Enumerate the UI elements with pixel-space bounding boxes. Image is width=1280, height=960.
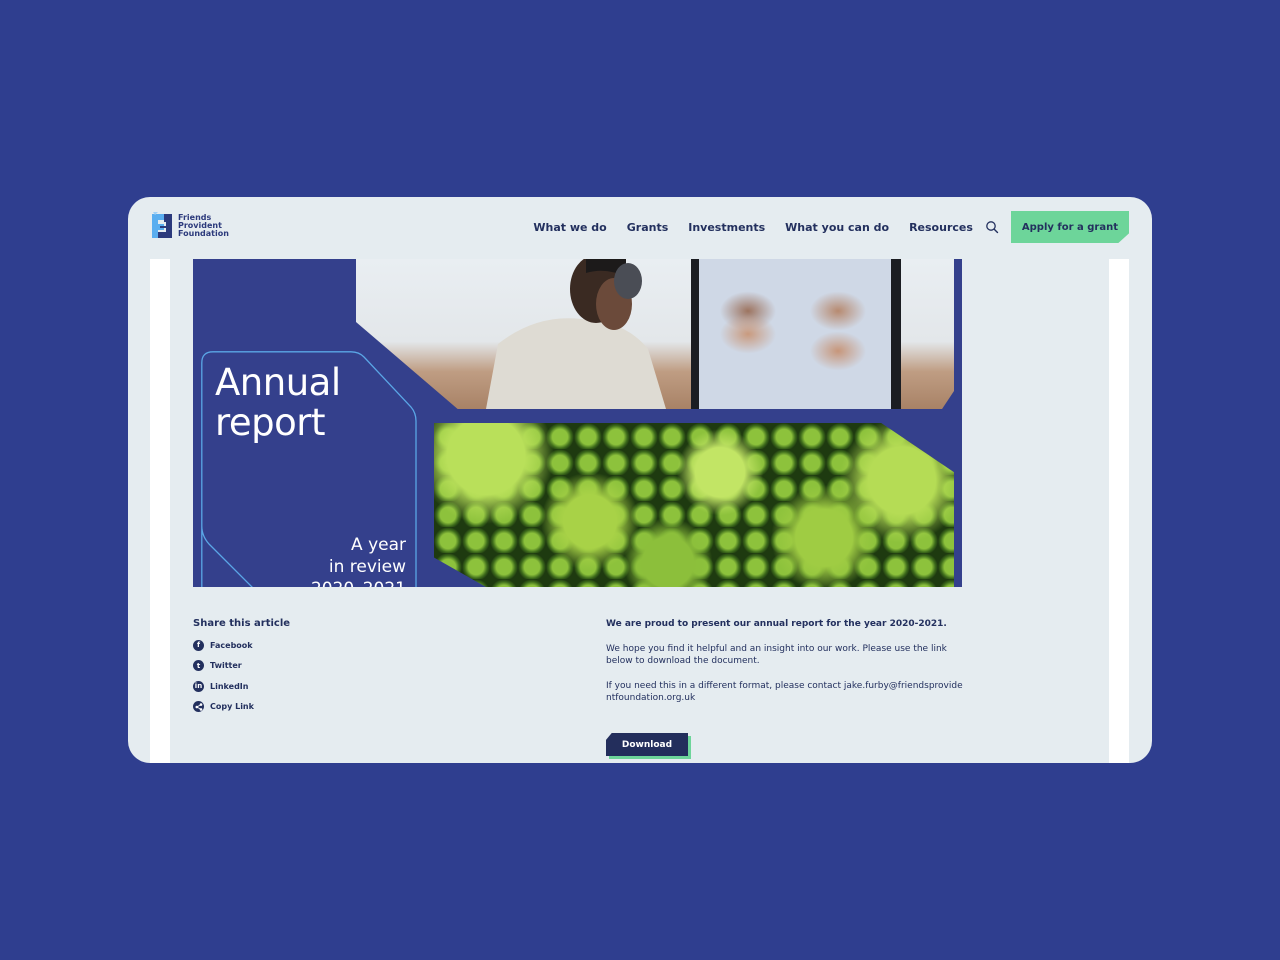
twitter-icon: t [193,660,204,671]
facebook-icon: f [193,639,204,651]
hero-title-line: report [215,401,326,444]
hero-subtitle: A year in review 2020–2021 [311,534,406,587]
logo-wordmark: Friends Provident Foundation [178,213,229,239]
share-twitter[interactable]: t Twitter [193,660,290,672]
hero-subtitle-line: in review [328,557,406,577]
article-lead: We are proud to present our annual repor… [606,619,947,629]
nav-item-investments[interactable]: Investments [688,221,765,234]
browser-window: Friends Provident Foundation What we do … [128,197,1152,763]
site-logo[interactable]: Friends Provident Foundation [150,211,229,241]
article-body: We are proud to present our annual repor… [606,618,966,717]
hero-subtitle-line: A year [351,535,406,555]
search-icon[interactable] [985,220,999,234]
apply-for-grant-button[interactable]: Apply for a grant [1010,211,1129,243]
share-copy-link[interactable]: Copy Link [193,701,290,713]
share-facebook[interactable]: f Facebook [193,639,290,651]
article-paragraph: We hope you find it helpful and an insig… [606,643,947,667]
share-panel: Share this article f Facebook t Twitter … [193,618,290,721]
linkedin-icon: in [193,680,204,692]
logo-icon [152,212,172,238]
page-gutter-right [1109,259,1129,763]
main-nav: What we do Grants Investments What you c… [533,211,1129,243]
nav-item-grants[interactable]: Grants [627,221,669,234]
page-gutter-left [150,259,170,763]
article-contact: If you need this in a different format, … [606,680,963,704]
share-icon [193,701,204,712]
download-button[interactable]: Download [606,733,688,756]
hero-subtitle-line: 2020–2021 [311,578,406,587]
share-label: Twitter [210,661,242,670]
share-label: Copy Link [210,702,254,711]
forest-canopy-photo [434,423,954,587]
share-linkedin[interactable]: in LinkedIn [193,680,290,692]
share-title: Share this article [193,618,291,629]
share-label: LinkedIn [210,681,249,691]
share-label: Facebook [210,640,253,650]
nav-item-resources[interactable]: Resources [909,221,973,234]
video-call-photo [356,259,954,409]
hero-title-line: Annual [215,361,341,404]
nav-item-what-we-do[interactable]: What we do [533,221,606,234]
site-header: Friends Provident Foundation What we do … [128,197,1152,255]
hero-title: Annual report [215,363,341,443]
hero-banner: Annual report A year in review 2020–2021 [193,259,962,587]
share-glyph [195,702,202,711]
person-silhouette [486,259,666,409]
logo-line: Foundation [178,229,229,239]
nav-item-what-you-can-do[interactable]: What you can do [785,221,889,234]
